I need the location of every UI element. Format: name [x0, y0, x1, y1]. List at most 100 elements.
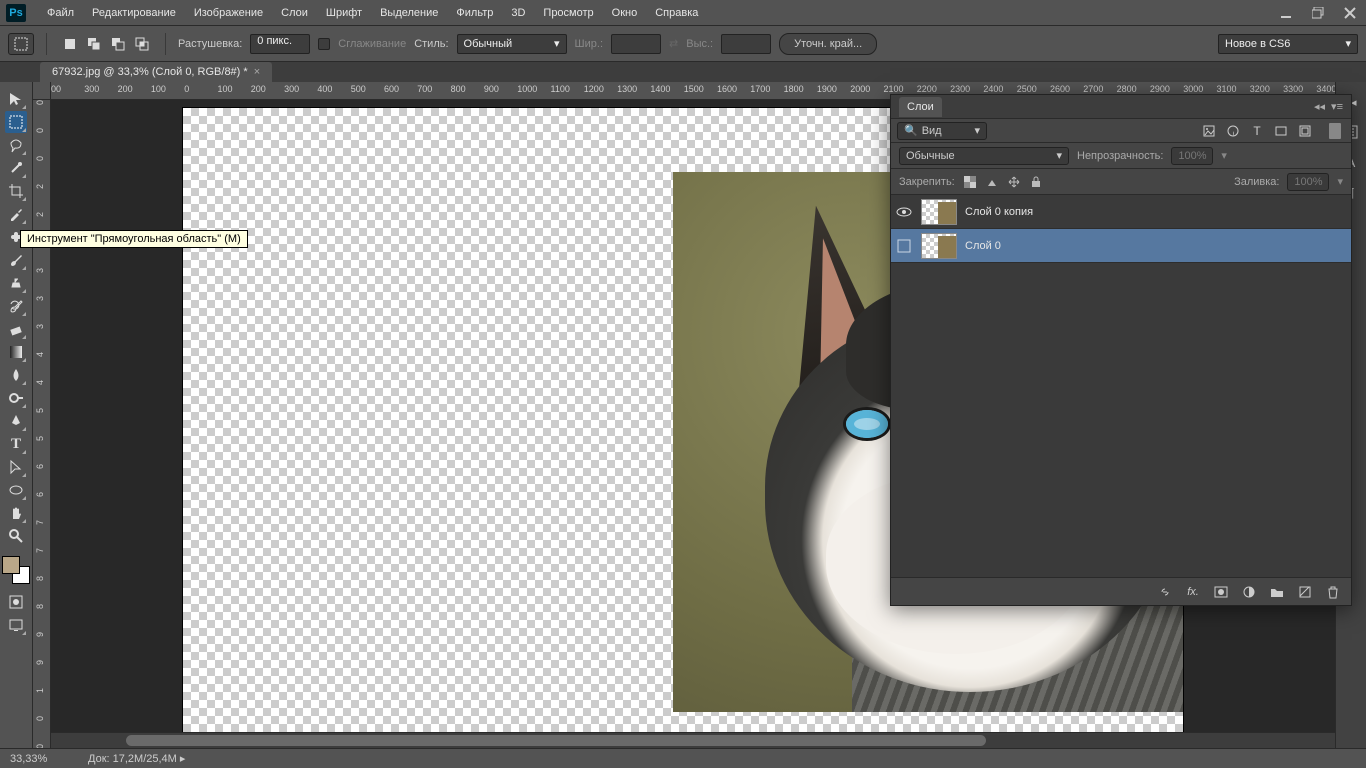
filter-shape-icon[interactable]: [1273, 123, 1289, 139]
layer-row[interactable]: Слой 0 копия: [891, 195, 1351, 229]
menu-edit[interactable]: Редактирование: [83, 7, 185, 19]
close-icon[interactable]: ×: [254, 66, 260, 78]
link-layers-icon[interactable]: [1157, 584, 1173, 600]
layer-thumbnail[interactable]: [921, 233, 957, 259]
selection-intersect-button[interactable]: [131, 33, 153, 55]
zoom-field[interactable]: 33,33%: [10, 753, 70, 765]
layer-name[interactable]: Слой 0: [965, 240, 1001, 252]
toolbox: T: [0, 82, 33, 748]
panel-menu[interactable]: ◂◂ ▾≡: [1314, 100, 1343, 113]
menu-window[interactable]: Окно: [603, 7, 647, 19]
hand-tool[interactable]: [5, 502, 27, 524]
doc-size-label[interactable]: Док: 17,2M/25,4M ▸: [88, 752, 185, 765]
menu-image[interactable]: Изображение: [185, 7, 272, 19]
path-selection-tool[interactable]: [5, 456, 27, 478]
chevron-down-icon[interactable]: ▾: [1337, 175, 1343, 188]
window-minimize-button[interactable]: [1270, 0, 1302, 25]
filter-toggle[interactable]: [1329, 123, 1341, 139]
layer-visibility-toggle[interactable]: [895, 237, 913, 255]
layer-row[interactable]: Слой 0: [891, 229, 1351, 263]
screen-mode-button[interactable]: [5, 614, 27, 636]
layer-mask-icon[interactable]: [1213, 584, 1229, 600]
menu-help[interactable]: Справка: [646, 7, 707, 19]
window-close-button[interactable]: [1334, 0, 1366, 25]
blur-tool[interactable]: [5, 364, 27, 386]
horizontal-scrollbar[interactable]: [51, 732, 1366, 748]
blend-mode-select[interactable]: Обычные ▾: [899, 147, 1069, 165]
layer-visibility-toggle[interactable]: [895, 203, 913, 221]
style-label: Стиль:: [414, 38, 448, 50]
ellipse-tool[interactable]: [5, 479, 27, 501]
layer-name[interactable]: Слой 0 копия: [965, 206, 1033, 218]
menu-select[interactable]: Выделение: [371, 7, 447, 19]
selection-new-button[interactable]: [59, 33, 81, 55]
eraser-tool[interactable]: [5, 318, 27, 340]
filter-smart-icon[interactable]: [1297, 123, 1313, 139]
layer-fx-icon[interactable]: fx.: [1185, 584, 1201, 600]
width-label: Шир.:: [575, 38, 603, 50]
zoom-tool[interactable]: [5, 525, 27, 547]
filter-kind-label: Вид: [922, 125, 942, 137]
type-tool[interactable]: T: [5, 433, 27, 455]
panel-menu-icon[interactable]: ▾≡: [1331, 100, 1343, 113]
new-layer-icon[interactable]: [1297, 584, 1313, 600]
ruler-origin[interactable]: [33, 82, 51, 100]
new-group-icon[interactable]: [1269, 584, 1285, 600]
chevron-down-icon[interactable]: ▾: [1221, 149, 1227, 162]
layers-panel-tab[interactable]: Слои: [899, 97, 942, 117]
style-select[interactable]: Обычный ▾: [457, 34, 567, 54]
menu-layers[interactable]: Слои: [272, 7, 317, 19]
pen-tool[interactable]: [5, 410, 27, 432]
magic-wand-tool[interactable]: [5, 157, 27, 179]
history-brush-tool[interactable]: [5, 295, 27, 317]
lock-position-icon[interactable]: [1007, 175, 1021, 189]
layer-filter-kind[interactable]: 🔍 Вид ▾: [897, 122, 987, 140]
opacity-field[interactable]: 100%: [1171, 147, 1213, 165]
clone-stamp-tool[interactable]: [5, 272, 27, 294]
filter-pixel-icon[interactable]: [1201, 123, 1217, 139]
menu-type[interactable]: Шрифт: [317, 7, 371, 19]
selection-add-button[interactable]: [83, 33, 105, 55]
filter-type-icon[interactable]: T: [1249, 123, 1265, 139]
brush-tool[interactable]: [5, 249, 27, 271]
menu-file[interactable]: Файл: [38, 7, 83, 19]
refine-edge-button[interactable]: Уточн. край...: [779, 33, 877, 55]
chevron-down-icon: ▾: [974, 124, 980, 137]
color-swatches[interactable]: [2, 556, 30, 584]
whats-new-select[interactable]: Новое в CS6 ▾: [1218, 34, 1358, 54]
ruler-vertical[interactable]: 000222333445566778899100: [33, 100, 51, 748]
scrollbar-thumb[interactable]: [126, 735, 986, 746]
lock-image-icon[interactable]: [985, 175, 999, 189]
gradient-tool[interactable]: [5, 341, 27, 363]
eyedropper-tool[interactable]: [5, 203, 27, 225]
window-restore-button[interactable]: [1302, 0, 1334, 25]
layers-list[interactable]: Слой 0 копия Слой 0: [891, 195, 1351, 577]
layers-lock-row: Закрепить: Заливка: 100% ▾: [891, 169, 1351, 195]
current-tool-preset[interactable]: [8, 33, 34, 55]
filter-adjust-icon[interactable]: [1225, 123, 1241, 139]
new-adjustment-icon[interactable]: [1241, 584, 1257, 600]
panel-collapse-icon[interactable]: ◂◂: [1314, 100, 1325, 113]
delete-layer-icon[interactable]: [1325, 584, 1341, 600]
layers-panel-header[interactable]: Слои ◂◂ ▾≡: [891, 95, 1351, 119]
layers-panel[interactable]: Слои ◂◂ ▾≡ 🔍 Вид ▾ T Обычные: [890, 94, 1352, 606]
dodge-tool[interactable]: [5, 387, 27, 409]
move-tool[interactable]: [5, 88, 27, 110]
document-tab[interactable]: 67932.jpg @ 33,3% (Слой 0, RGB/8#) * ×: [40, 62, 272, 82]
feather-input[interactable]: 0 пикс.: [250, 34, 310, 54]
menu-filter[interactable]: Фильтр: [447, 7, 502, 19]
lasso-tool[interactable]: [5, 134, 27, 156]
lock-transparent-icon[interactable]: [963, 175, 977, 189]
tool-tooltip: Инструмент "Прямоугольная область" (M): [20, 230, 248, 248]
layer-thumbnail[interactable]: [921, 199, 957, 225]
lock-all-icon[interactable]: [1029, 175, 1043, 189]
crop-tool[interactable]: [5, 180, 27, 202]
fill-field[interactable]: 100%: [1287, 173, 1329, 191]
quick-mask-toggle[interactable]: [5, 591, 27, 613]
selection-subtract-button[interactable]: [107, 33, 129, 55]
document-tab-bar: 67932.jpg @ 33,3% (Слой 0, RGB/8#) * ×: [0, 62, 1366, 82]
menu-3d[interactable]: 3D: [502, 7, 534, 19]
menu-view[interactable]: Просмотр: [534, 7, 602, 19]
rectangular-marquee-tool[interactable]: [5, 111, 27, 133]
foreground-color-swatch[interactable]: [2, 556, 20, 574]
